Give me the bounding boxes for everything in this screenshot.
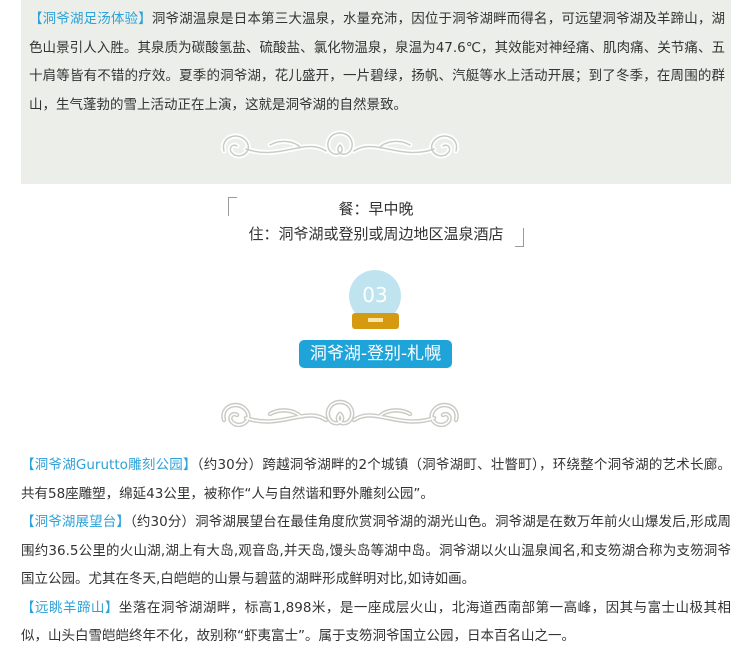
spot-paragraph: 【远眺羊蹄山】坐落在洞爷湖湖畔，标高1,898米，是一座成层火山，北海道西南部第… [21,594,731,651]
meals-text: 餐：早中晚 [338,200,414,218]
spot-tag: 【洞爷湖展望台】 [21,514,131,530]
spot-paragraph: 【洞爷湖展望台】（约30分）洞爷湖展望台在最佳角度欣赏洞爷湖的湖光山色。洞爷湖是… [21,508,731,594]
spot-tag: 【洞爷湖Gurutto雕刻公园】 [21,457,197,473]
swirl-divider-icon [210,121,470,171]
day-number: 03 [362,283,388,307]
day-title: 洞爷湖-登别-札幌 [299,340,452,368]
swirl-divider-icon [210,390,470,440]
intro-paragraph: 【洞爷湖足汤体验】洞爷湖温泉是日本第三大温泉，水量充沛，因位于洞爷湖畔而得名，可… [29,5,725,119]
stay-text: 住：洞爷湖或登别或周边地区温泉酒店 [248,225,504,243]
spot-tag: 【远眺羊蹄山】 [21,599,119,616]
intro-tag: 【洞爷湖足汤体验】 [29,11,152,27]
badge-base-icon [352,313,399,329]
meal-stay-box: 餐：早中晚 住：洞爷湖或登别或周边地区温泉酒店 [228,197,524,247]
badge-slot [368,318,383,322]
spots-section: 【洞爷湖Gurutto雕刻公园】（约30分）跨越洞爷湖畔的2个城镇（洞爷湖町、壮… [21,451,731,651]
spot-text: 坐落在洞爷湖湖畔，标高1,898米，是一座成层火山，北海道西南部第一高峰，因其与… [21,599,731,645]
spot-paragraph: 【洞爷湖Gurutto雕刻公园】（约30分）跨越洞爷湖畔的2个城镇（洞爷湖町、壮… [21,451,731,508]
